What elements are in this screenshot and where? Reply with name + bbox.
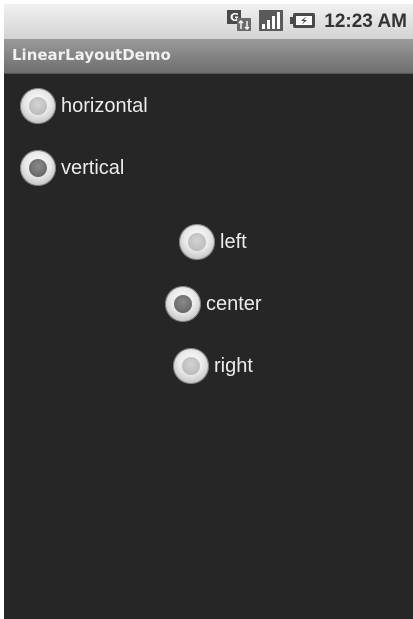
status-icons: G 12:23 AM [226, 9, 407, 35]
radio-label-vertical[interactable]: vertical [61, 157, 124, 180]
radio-label-center[interactable]: center [206, 293, 262, 316]
radio-right[interactable]: right [173, 346, 253, 386]
radio-label-horizontal[interactable]: horizontal [61, 95, 148, 118]
title-bar: LinearLayoutDemo [4, 39, 413, 74]
radio-vertical[interactable]: vertical [20, 148, 124, 188]
radio-label-left[interactable]: left [220, 231, 247, 254]
clock: 12:23 AM [324, 11, 407, 32]
radio-button-icon[interactable] [179, 224, 215, 260]
radio-button-icon[interactable] [173, 348, 209, 384]
radio-center[interactable]: center [165, 284, 262, 324]
radio-button-icon[interactable] [165, 286, 201, 322]
radio-horizontal[interactable]: horizontal [20, 86, 148, 126]
app-window: G 12:23 AM LinearLayoutDemo horizontal v… [4, 4, 413, 619]
radio-label-right[interactable]: right [214, 355, 253, 378]
signal-icon [258, 8, 284, 37]
app-title: LinearLayoutDemo [12, 46, 171, 64]
radio-button-icon[interactable] [20, 150, 56, 186]
battery-icon [290, 8, 318, 37]
radio-button-icon[interactable] [20, 88, 56, 124]
status-bar: G 12:23 AM [4, 4, 413, 39]
network-type-icon: G [226, 8, 252, 37]
radio-left[interactable]: left [179, 222, 247, 262]
